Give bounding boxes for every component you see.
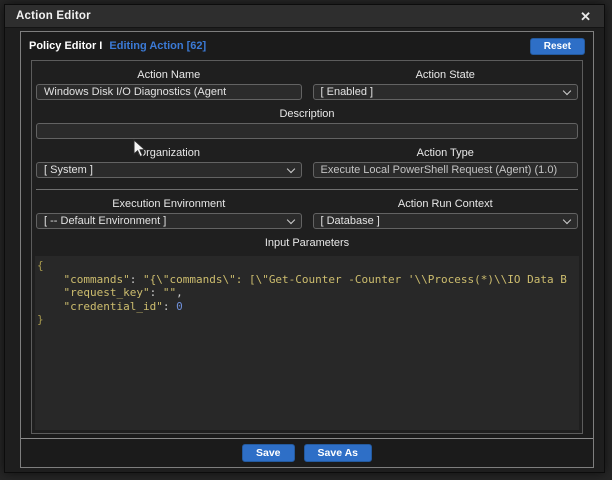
row-env-context: Execution Environment [ -- Default Envir… [32,190,582,229]
action-editor-dialog: Action Editor ✕ Policy Editor I Editing … [4,4,605,473]
code-line: "credential_id": 0 [63,299,183,313]
action-type-label: Action Type [416,147,474,159]
code-line: } [37,313,44,326]
action-form: Action Name Windows Disk I/O Diagnostics… [31,60,583,434]
input-parameters-label: Input Parameters [264,237,350,249]
code-line: "request_key": "", [63,286,183,299]
breadcrumb: Policy Editor I Editing Action [62] [29,40,206,52]
breadcrumb-primary: Policy Editor I [29,40,103,52]
save-as-button[interactable]: Save As [303,444,372,462]
chevron-down-icon [286,215,295,224]
save-button[interactable]: Save [241,444,295,462]
chevron-down-icon [562,86,572,95]
organization-label: Organization [137,147,200,159]
description-input[interactable] [36,123,578,139]
dialog-title: Action Editor [16,10,91,22]
organization-value: [ System ] [44,164,93,176]
execution-environment-label: Execution Environment [112,198,226,210]
action-run-context-label: Action Run Context [397,198,493,210]
code-line: { [37,259,44,272]
organization-select[interactable]: [ System ] [36,162,302,178]
action-name-input[interactable]: Windows Disk I/O Diagnostics (Agent [36,84,302,100]
close-icon[interactable]: ✕ [578,9,593,24]
row-description: Description [32,100,582,139]
dialog-titlebar: Action Editor ✕ [5,5,604,28]
action-type-input: Execute Local PowerShell Request (Agent)… [312,162,578,178]
execution-environment-value: [ -- Default Environment ] [44,215,167,227]
input-parameters-editor[interactable]: { "commands": "{\"commands\": [\"Get-Cou… [35,256,579,430]
action-name-label: Action Name [137,69,201,81]
action-type-value: Execute Local PowerShell Request (Agent)… [320,164,558,176]
action-run-context-select[interactable]: [ Database ] [312,213,578,229]
action-state-value: [ Enabled ] [320,86,374,98]
description-label: Description [279,108,335,120]
editor-header: Policy Editor I Editing Action [62] Rese… [21,32,593,60]
action-state-label: Action State [415,69,475,81]
action-name-value: Windows Disk I/O Diagnostics (Agent [44,86,227,98]
row-input-parameters-label: Input Parameters [32,229,582,252]
row-name-state: Action Name Windows Disk I/O Diagnostics… [32,61,582,100]
editor-panel: Policy Editor I Editing Action [62] Rese… [20,31,594,468]
action-run-context-value: [ Database ] [320,215,380,227]
breadcrumb-secondary: Editing Action [62] [109,40,207,52]
reset-button[interactable]: Reset [529,37,585,55]
action-state-select[interactable]: [ Enabled ] [312,84,578,100]
code-line: "commands": "{\"commands\": [\"Get-Count… [63,272,567,286]
footer-actions: Save Save As [21,439,593,467]
chevron-down-icon [562,215,572,224]
row-org-type: Organization [ System ] Action Type Exec… [32,139,582,178]
chevron-down-icon [286,164,295,173]
execution-environment-select[interactable]: [ -- Default Environment ] [36,213,302,229]
